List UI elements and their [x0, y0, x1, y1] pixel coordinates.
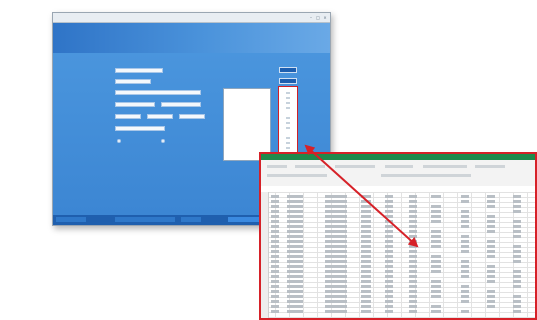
double-headed-arrow-icon — [304, 144, 419, 248]
arrow-line — [304, 144, 419, 248]
